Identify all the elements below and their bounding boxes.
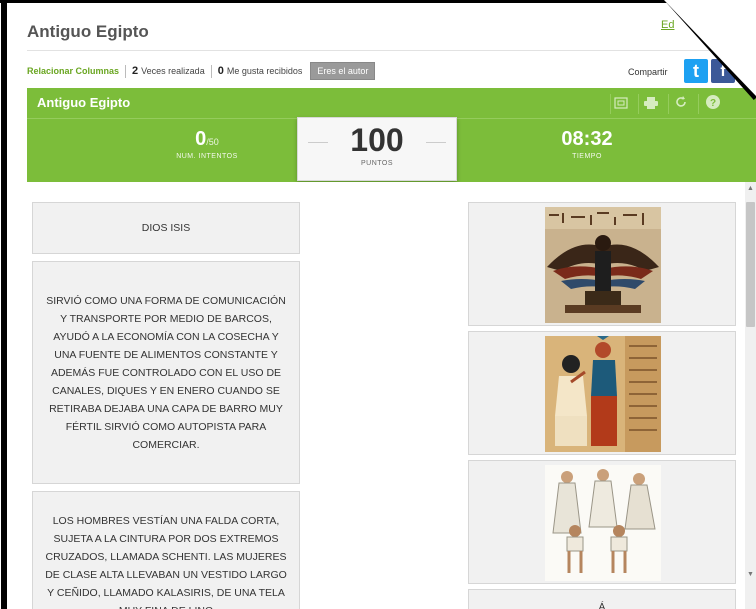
left-card-text: SIRVIÓ COMO UNA FORMA DE COMUNICACIÓN Y … bbox=[46, 294, 286, 451]
share-label: Compartir bbox=[628, 67, 668, 77]
time-value: 08:32 bbox=[561, 128, 613, 150]
left-card-2[interactable]: SIRVIÓ COMO UNA FORMA DE COMUNICACIÓN Y … bbox=[32, 261, 300, 484]
divider bbox=[668, 94, 669, 114]
scroll-down-icon[interactable]: ▼ bbox=[745, 570, 756, 580]
left-card-1[interactable]: DIOS ISIS bbox=[32, 202, 300, 254]
right-card-4[interactable]: Á bbox=[468, 589, 736, 609]
scroll-thumb[interactable] bbox=[746, 202, 755, 327]
attempts-label: NUM. INTENTOS bbox=[176, 153, 238, 160]
isis-winged-goddess-image bbox=[545, 207, 661, 323]
edit-link[interactable]: Ed bbox=[661, 19, 674, 31]
right-card-text: Á bbox=[598, 602, 606, 609]
facebook-icon[interactable]: f bbox=[711, 59, 735, 83]
egyptian-clothing-image bbox=[545, 465, 661, 581]
divider bbox=[308, 142, 328, 143]
page-title: Antiguo Egipto bbox=[27, 22, 149, 41]
divider bbox=[210, 64, 212, 78]
scrollbar[interactable]: ▲ ▼ bbox=[745, 182, 756, 609]
likes-label: Me gusta recibidos bbox=[226, 66, 303, 76]
scroll-up-icon[interactable]: ▲ bbox=[745, 184, 756, 194]
fullscreen-icon[interactable] bbox=[611, 94, 631, 114]
score-label: PUNTOS bbox=[360, 160, 394, 167]
title-divider bbox=[27, 50, 756, 51]
times-done-label: Veces realizada bbox=[141, 66, 205, 76]
help-icon[interactable]: ? bbox=[703, 94, 723, 114]
left-card-text: LOS HOMBRES VESTÍAN UNA FALDA CORTA, SUJ… bbox=[45, 515, 287, 609]
time-label: TIEMPO bbox=[572, 153, 602, 160]
activity-type-link[interactable]: Relacionar Columnas bbox=[27, 66, 119, 76]
left-card-3[interactable]: LOS HOMBRES VESTÍAN UNA FALDA CORTA, SUJ… bbox=[32, 491, 300, 609]
activity-meta: Relacionar Columnas 2 Veces realizada 0 … bbox=[27, 62, 376, 80]
svg-text:?: ? bbox=[710, 98, 716, 109]
time-stat: 08:32 TIEMPO bbox=[527, 128, 647, 160]
matching-area: DIOS ISIS SIRVIÓ COMO UNA FORMA DE COMUN… bbox=[27, 182, 756, 609]
score-box: 100 PUNTOS bbox=[297, 117, 457, 181]
divider bbox=[638, 94, 639, 114]
score-value: 100 bbox=[350, 122, 404, 158]
egyptian-painting-image bbox=[545, 336, 661, 452]
attempts-value: 0 bbox=[195, 128, 207, 150]
right-card-3[interactable] bbox=[468, 460, 736, 584]
right-card-1[interactable] bbox=[468, 202, 736, 326]
game-title: Antiguo Egipto bbox=[37, 95, 131, 110]
divider bbox=[125, 64, 127, 78]
likes-count: 0 bbox=[217, 65, 224, 77]
print-icon[interactable] bbox=[641, 94, 661, 114]
author-button[interactable]: Eres el autor bbox=[310, 62, 376, 80]
divider bbox=[426, 142, 446, 143]
attempts-max: /50 bbox=[206, 137, 219, 147]
attempts-stat: 0/50 NUM. INTENTOS bbox=[147, 128, 267, 160]
restart-icon[interactable] bbox=[671, 94, 691, 114]
twitter-icon[interactable]: t bbox=[684, 59, 708, 83]
times-done-count: 2 bbox=[132, 65, 139, 77]
page-frame: Antiguo Egipto Ed Relacionar Columnas 2 … bbox=[0, 0, 756, 609]
divider bbox=[698, 94, 699, 114]
right-card-2[interactable] bbox=[468, 331, 736, 455]
left-card-text: DIOS ISIS bbox=[141, 222, 191, 234]
